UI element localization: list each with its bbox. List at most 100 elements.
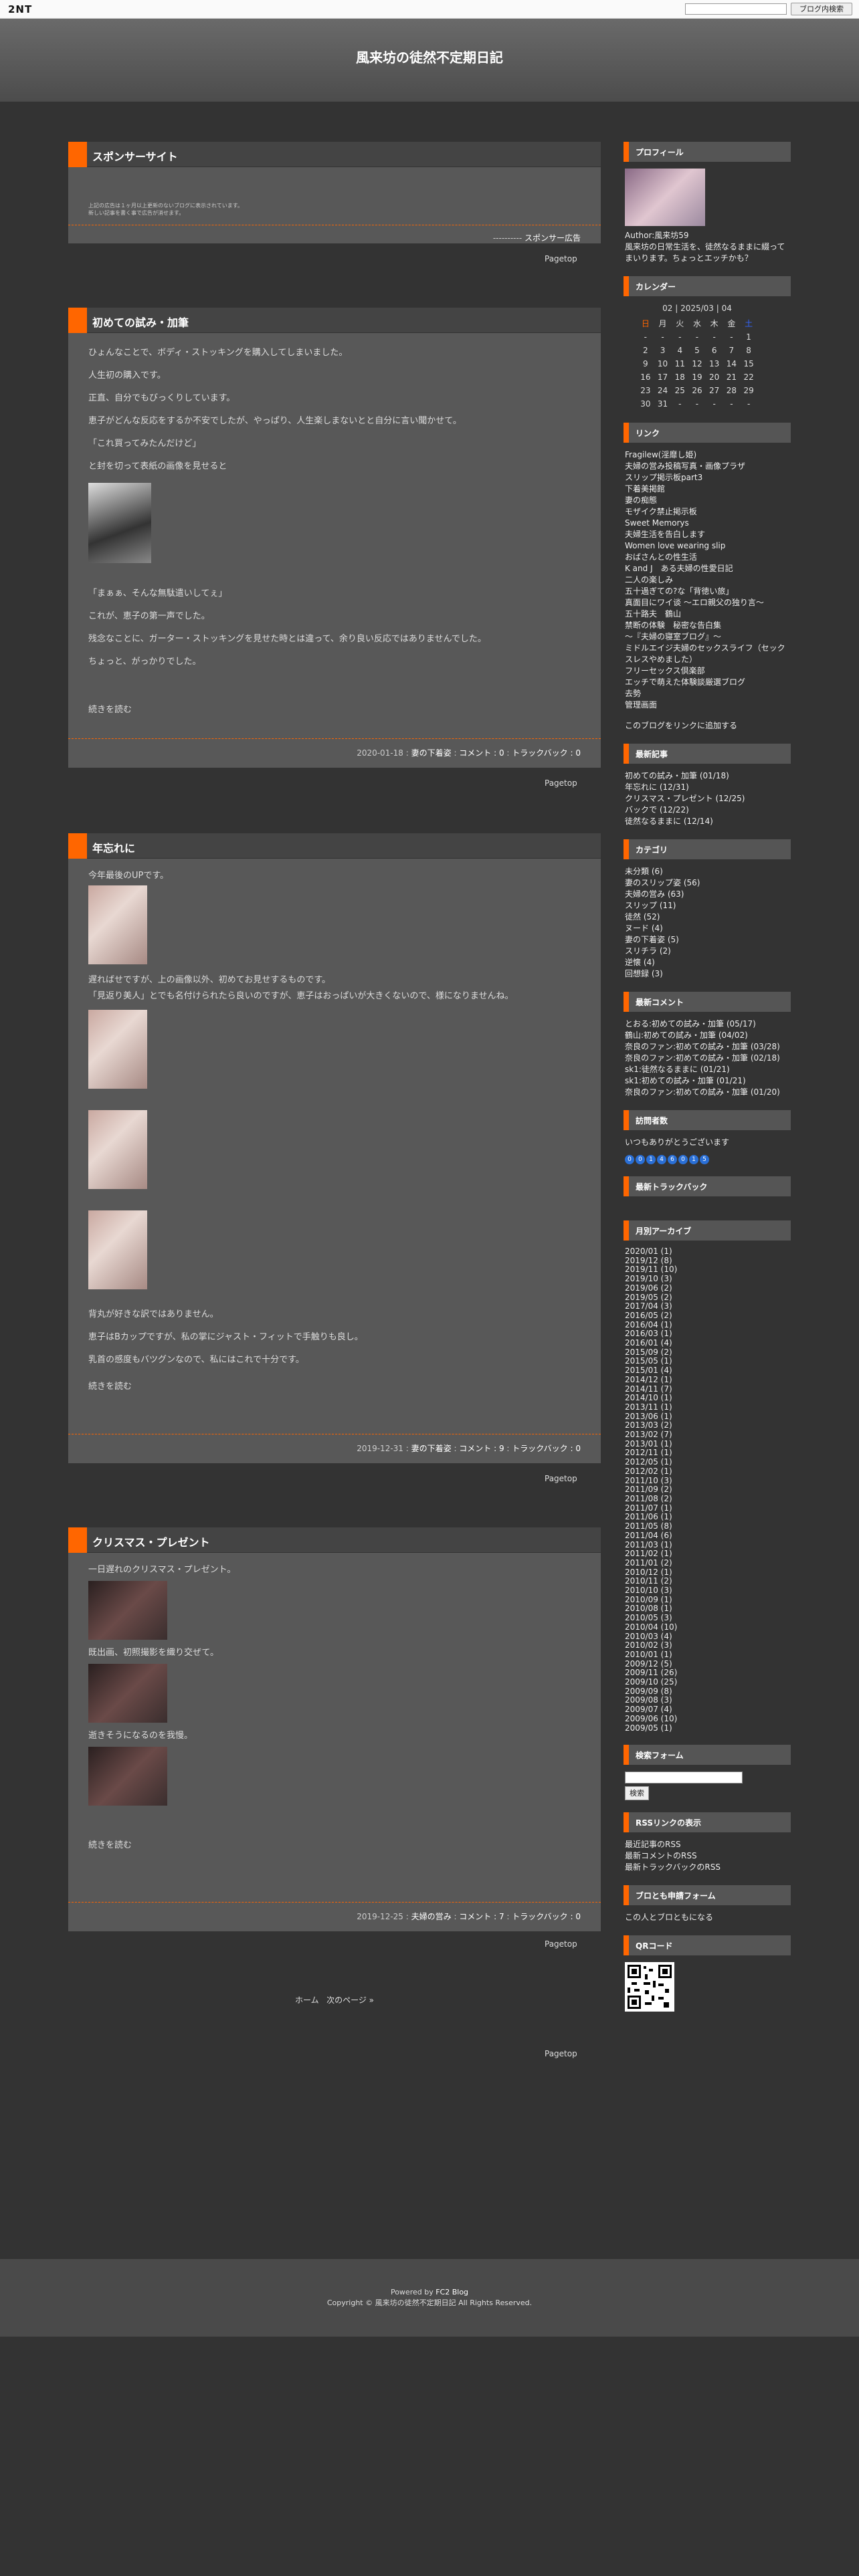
archive-item[interactable]: 2010/01 (1) xyxy=(625,1650,789,1660)
read-more-link[interactable]: 続きを読む xyxy=(88,1380,581,1394)
comment-link[interactable]: コメント : 7 xyxy=(459,1912,504,1921)
read-more-link[interactable]: 続きを読む xyxy=(88,1839,581,1852)
archive-item[interactable]: 2017/04 (3) xyxy=(625,1302,789,1311)
archive-item[interactable]: 2011/04 (6) xyxy=(625,1531,789,1541)
archive-item[interactable]: 2010/11 (2) xyxy=(625,1577,789,1586)
entry-title[interactable]: 初めての試み・加筆 xyxy=(92,314,189,330)
link-item[interactable]: Women love wearing slip xyxy=(625,540,789,552)
archive-item[interactable]: 2009/08 (3) xyxy=(625,1696,789,1705)
pagetop-link[interactable]: Pagetop xyxy=(545,254,577,263)
archive-item[interactable]: 2019/10 (3) xyxy=(625,1274,789,1284)
category-item[interactable]: 妻のスリップ姿 (56) xyxy=(625,877,789,889)
category-item[interactable]: 逆懐 (4) xyxy=(625,957,789,968)
link-item[interactable]: 夫婦の営み投稿写真・画像プラザ xyxy=(625,461,789,472)
archive-item[interactable]: 2011/01 (2) xyxy=(625,1558,789,1568)
category-item[interactable]: 夫婦の営み (63) xyxy=(625,889,789,900)
archive-item[interactable]: 2013/06 (1) xyxy=(625,1412,789,1422)
archive-item[interactable]: 2016/01 (4) xyxy=(625,1338,789,1348)
comment-item[interactable]: 奈良のファン:初めての試み・加筆 (01/20) xyxy=(625,1087,789,1098)
comment-item[interactable]: sk1:徒然なるままに (01/21) xyxy=(625,1064,789,1075)
archive-item[interactable]: 2013/03 (2) xyxy=(625,1421,789,1430)
pagetop-link[interactable]: Pagetop xyxy=(545,1939,577,1949)
link-item[interactable]: 五十過ぎての?な「背徳い旅」 xyxy=(625,586,789,597)
archive-item[interactable]: 2010/04 (10) xyxy=(625,1622,789,1632)
link-item[interactable]: K and J ある夫婦の性愛日記 xyxy=(625,563,789,574)
friend-request-link[interactable]: この人とブロともになる xyxy=(625,1912,789,1923)
comment-link[interactable]: コメント : 9 xyxy=(459,1444,504,1453)
entry-photo[interactable] xyxy=(88,1664,167,1723)
link-item[interactable]: エッチで萌えた体験談厳選ブログ xyxy=(625,677,789,688)
link-item[interactable]: ～『夫婦の寝室ブログ』～ xyxy=(625,631,789,643)
recent-post-item[interactable]: バックで (12/22) xyxy=(625,804,789,816)
archive-item[interactable]: 2013/11 (1) xyxy=(625,1402,789,1412)
pager-next-link[interactable]: 次のページ » xyxy=(326,1996,374,2005)
category-item[interactable]: ヌード (4) xyxy=(625,923,789,934)
rss-link[interactable]: 最新トラックバックのRSS xyxy=(625,1862,789,1873)
blog-search-input[interactable] xyxy=(685,3,787,15)
add-link-button[interactable]: このブログをリンクに追加する xyxy=(625,720,789,732)
rss-link[interactable]: 最近記事のRSS xyxy=(625,1839,789,1850)
link-item[interactable]: 管理画面 xyxy=(625,700,789,711)
link-item[interactable]: 下着美掲館 xyxy=(625,484,789,495)
archive-item[interactable]: 2009/10 (25) xyxy=(625,1677,789,1687)
link-item[interactable]: 去勢 xyxy=(625,688,789,700)
search-input[interactable] xyxy=(625,1772,743,1784)
archive-item[interactable]: 2009/11 (26) xyxy=(625,1669,789,1678)
pagetop-link[interactable]: Pagetop xyxy=(545,778,577,788)
link-item[interactable]: スリップ掲示板part3 xyxy=(625,472,789,484)
trackback-link[interactable]: トラックバック : 0 xyxy=(512,1444,581,1453)
pagetop-link[interactable]: Pagetop xyxy=(545,2049,577,2058)
comment-item[interactable]: 鶴山:初めての試み・加筆 (04/02) xyxy=(625,1030,789,1041)
link-item[interactable]: 二人の楽しみ xyxy=(625,574,789,586)
calendar-next-link[interactable]: 04 xyxy=(722,304,732,313)
entry-photo[interactable] xyxy=(88,1010,147,1089)
trackback-link[interactable]: トラックバック : 0 xyxy=(512,1912,581,1921)
archive-item[interactable]: 2013/02 (7) xyxy=(625,1430,789,1440)
link-item[interactable]: フリーセックス倶楽部 xyxy=(625,665,789,677)
link-item[interactable]: 夫婦生活を告白します xyxy=(625,529,789,540)
archive-item[interactable]: 2013/01 (1) xyxy=(625,1439,789,1449)
archive-item[interactable]: 2016/05 (2) xyxy=(625,1311,789,1321)
archive-item[interactable]: 2009/09 (8) xyxy=(625,1687,789,1697)
comment-item[interactable]: 奈良のファン:初めての試み・加筆 (02/18) xyxy=(625,1053,789,1064)
archive-item[interactable]: 2019/06 (2) xyxy=(625,1283,789,1293)
archive-item[interactable]: 2011/09 (2) xyxy=(625,1485,789,1495)
recent-post-item[interactable]: クリスマス・プレゼント (12/25) xyxy=(625,793,789,804)
archive-item[interactable]: 2016/04 (1) xyxy=(625,1320,789,1330)
entry-photo[interactable] xyxy=(88,1581,167,1640)
archive-item[interactable]: 2012/11 (1) xyxy=(625,1448,789,1458)
entry-category-link[interactable]: 妻の下着姿 xyxy=(411,748,452,758)
archive-item[interactable]: 2010/10 (3) xyxy=(625,1586,789,1596)
archive-item[interactable]: 2011/10 (3) xyxy=(625,1476,789,1486)
category-item[interactable]: スリップ (11) xyxy=(625,900,789,911)
entry-photo[interactable] xyxy=(88,1747,167,1806)
category-item[interactable]: 徒然 (52) xyxy=(625,911,789,923)
sponsor-ad-link[interactable]: スポンサー広告 xyxy=(524,233,581,243)
recent-post-item[interactable]: 年忘れに (12/31) xyxy=(625,782,789,793)
archive-item[interactable]: 2019/11 (10) xyxy=(625,1265,789,1275)
archive-item[interactable]: 2011/05 (8) xyxy=(625,1521,789,1531)
link-item[interactable]: ミドルエイジ夫婦のセックスライフ（セックスレスやめました） xyxy=(625,643,789,665)
archive-item[interactable]: 2011/08 (2) xyxy=(625,1494,789,1504)
archive-item[interactable]: 2020/01 (1) xyxy=(625,1247,789,1257)
archive-item[interactable]: 2014/11 (7) xyxy=(625,1384,789,1394)
archive-item[interactable]: 2010/05 (3) xyxy=(625,1613,789,1623)
archive-item[interactable]: 2011/03 (1) xyxy=(625,1540,789,1550)
fc2-logo[interactable]: 2NT xyxy=(8,3,32,15)
blog-search-button[interactable]: ブログ内検索 xyxy=(791,3,852,15)
archive-item[interactable]: 2014/12 (1) xyxy=(625,1375,789,1385)
calendar-prev-link[interactable]: 02 xyxy=(662,304,672,313)
entry-photo[interactable] xyxy=(88,1210,147,1289)
link-item[interactable]: 真面目にワイ谈 ～エロ親父の独り言～ xyxy=(625,597,789,609)
entry-category-link[interactable]: 妻の下着姿 xyxy=(411,1444,452,1453)
entry-title[interactable]: 年忘れに xyxy=(92,839,135,855)
comment-link[interactable]: コメント : 0 xyxy=(459,748,504,758)
entry-title[interactable]: クリスマス・プレゼント xyxy=(92,1533,210,1549)
archive-item[interactable]: 2014/10 (1) xyxy=(625,1394,789,1403)
archive-item[interactable]: 2019/12 (8) xyxy=(625,1256,789,1266)
fc2-blog-link[interactable]: FC2 Blog xyxy=(436,2288,468,2296)
archive-item[interactable]: 2011/02 (1) xyxy=(625,1549,789,1559)
category-item[interactable]: 回想録 (3) xyxy=(625,968,789,980)
search-button[interactable]: 検索 xyxy=(625,1786,649,1801)
rss-link[interactable]: 最新コメントのRSS xyxy=(625,1850,789,1862)
